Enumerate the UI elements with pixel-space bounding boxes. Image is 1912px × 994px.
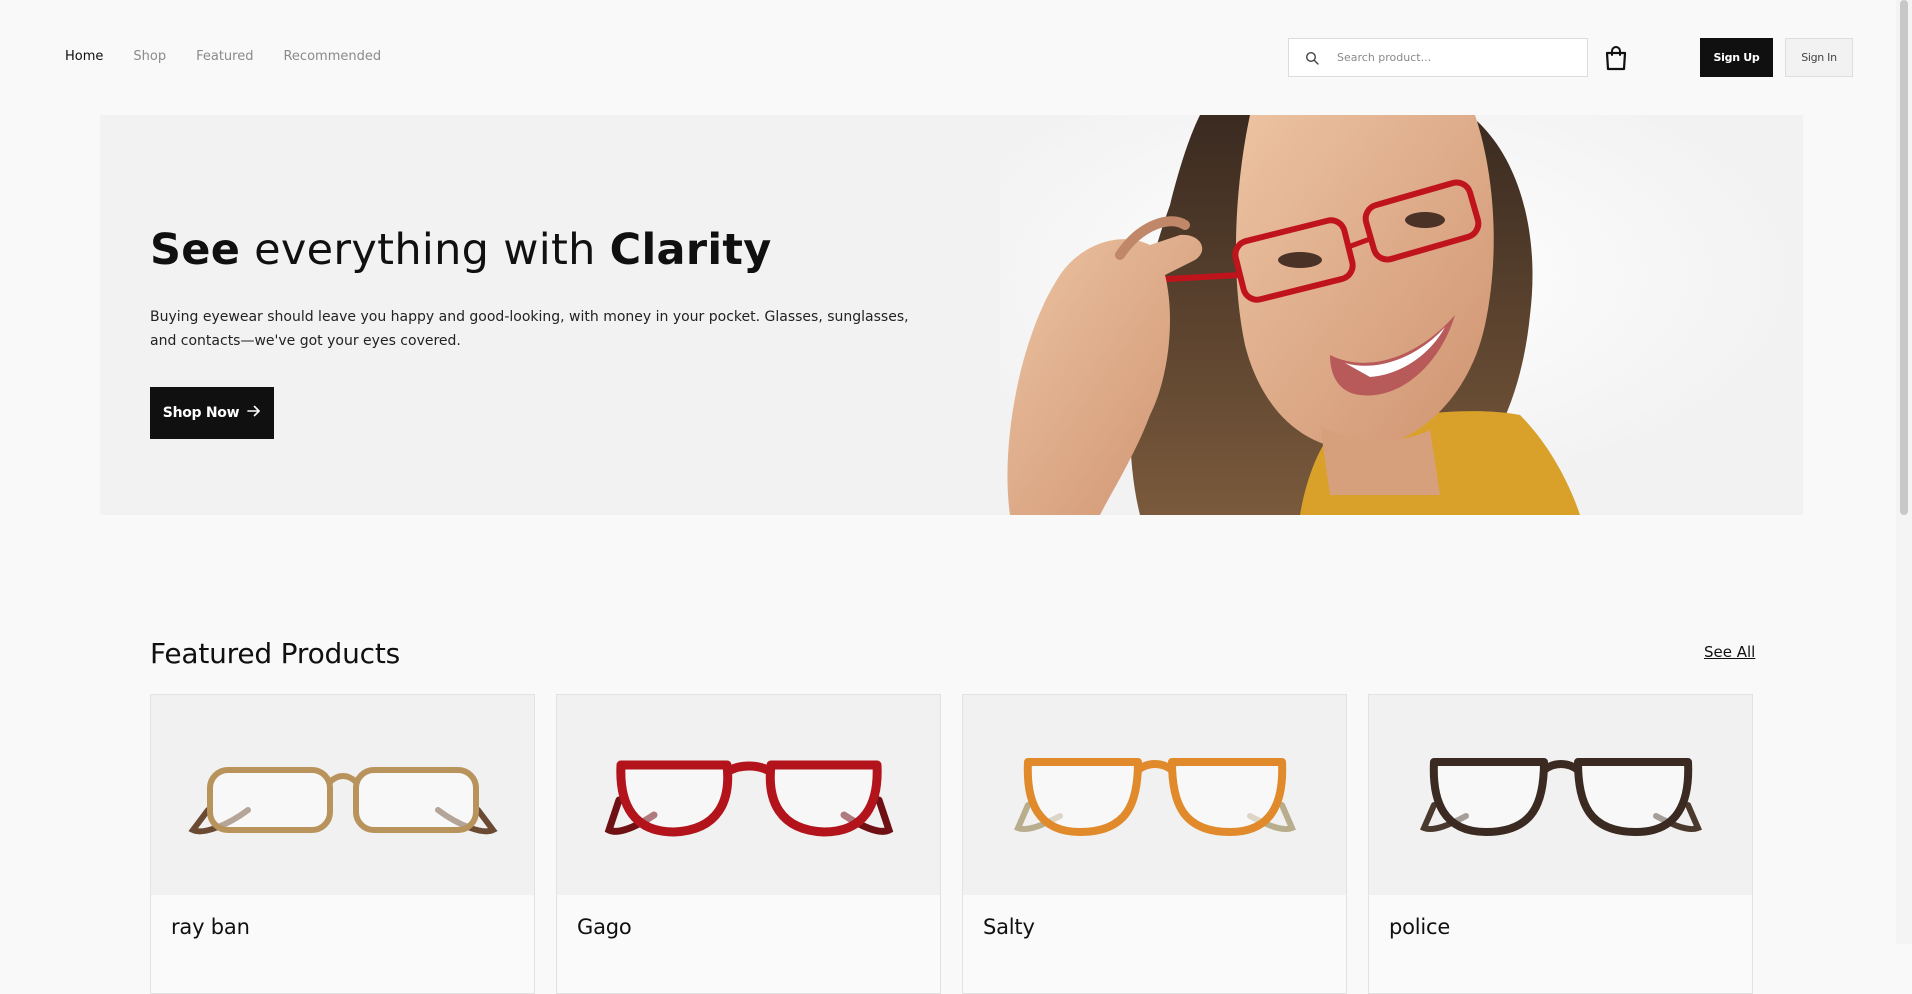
nav-item-shop[interactable]: Shop — [133, 49, 166, 64]
site-header: Home Shop Featured Recommended Sign Up S… — [0, 0, 1896, 115]
nav-item-home[interactable]: Home — [65, 49, 103, 64]
featured-products-title: Featured Products — [150, 637, 400, 670]
scrollbar-thumb[interactable] — [1900, 0, 1908, 515]
search-input[interactable] — [1335, 50, 1575, 65]
hero-title-clarity: Clarity — [609, 225, 772, 275]
featured-products-list: ray ban Gago Salty police — [150, 694, 1753, 994]
product-name: Salty — [983, 915, 1035, 939]
search-box — [1288, 38, 1588, 77]
shop-now-button[interactable]: Shop Now — [150, 387, 274, 439]
search-icon — [1289, 38, 1335, 77]
nav-item-recommended[interactable]: Recommended — [283, 49, 381, 64]
shopping-bag-icon[interactable] — [1604, 45, 1628, 71]
hero-title-see: See — [150, 225, 241, 275]
product-name: ray ban — [171, 915, 250, 939]
arrow-right-icon — [247, 405, 261, 421]
product-name: police — [1389, 915, 1451, 939]
vertical-scrollbar[interactable] — [1896, 0, 1912, 944]
hero-title: See everything with Clarity — [150, 225, 772, 275]
product-image — [963, 695, 1346, 895]
hero-title-middle: everything with — [240, 225, 610, 275]
hero-description: Buying eyewear should leave you happy an… — [150, 309, 909, 349]
product-image — [1369, 695, 1752, 895]
see-all-link[interactable]: See All — [1704, 643, 1755, 661]
product-image — [557, 695, 940, 895]
product-card[interactable]: Salty — [962, 694, 1347, 994]
product-card[interactable]: police — [1368, 694, 1753, 994]
product-image — [151, 695, 534, 895]
sign-up-button[interactable]: Sign Up — [1700, 38, 1773, 77]
shop-now-label: Shop Now — [162, 405, 240, 421]
hero-model-image — [1000, 115, 1803, 515]
product-name: Gago — [577, 915, 632, 939]
product-card[interactable]: Gago — [556, 694, 941, 994]
sign-in-button[interactable]: Sign In — [1785, 38, 1853, 77]
main-nav: Home Shop Featured Recommended — [65, 49, 381, 64]
nav-item-featured[interactable]: Featured — [196, 49, 253, 64]
product-card[interactable]: ray ban — [150, 694, 535, 994]
hero-banner: See everything with Clarity Buying eyewe… — [100, 115, 1803, 515]
